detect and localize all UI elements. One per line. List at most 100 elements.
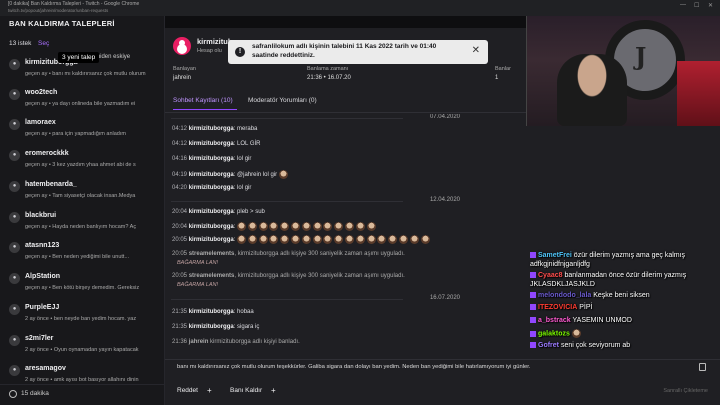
system-line: 20:05 streamelements, kirmizituborgga ad… — [172, 251, 405, 257]
timer-bar: 15 dakika — [0, 384, 165, 405]
chat-message: Gofret seni çok seviyorum ab — [530, 342, 718, 351]
ban-line: 21:36 jahrein kirmizituborgga adlı kişiy… — [172, 339, 300, 345]
banned-by-value: jahrein — [173, 75, 192, 81]
chat-message: a_bstrack YASEMIN UNMOD — [530, 317, 718, 326]
emote-icon — [278, 170, 288, 179]
copy-icon[interactable] — [699, 363, 706, 371]
avatar: ● — [9, 181, 20, 192]
deny-plus-icon[interactable]: + — [207, 386, 212, 395]
avatar: ● — [9, 304, 20, 315]
badge-icon — [530, 304, 536, 311]
chat-message: ITEZOVICIA PİPİ — [530, 304, 718, 313]
tab-mod-comments[interactable]: Moderatör Yorumları (0) — [248, 97, 317, 104]
webcam-overlay: J — [526, 16, 720, 126]
timer-label: 15 dakika — [21, 390, 49, 397]
log-date: 16.07.2020 — [429, 295, 460, 301]
new-requests-tooltip: 3 yeni talep — [58, 52, 100, 63]
tab-chat-logs[interactable]: Sohbet Kayıtları (10) — [173, 97, 233, 104]
request-preview: geçen ay • Ben kötü birşey demedim. Gere… — [25, 285, 140, 291]
request-username: AlpStation — [25, 273, 60, 280]
log-line: 04:12 kirmizituborgga: meraba — [172, 126, 258, 132]
emote-icon — [366, 222, 376, 231]
user-avatar — [173, 37, 191, 55]
request-item[interactable]: ● hatembenarda_ geçen ay • Tam siyasetçi… — [0, 178, 165, 208]
request-preview: geçen ay • ya dayı onlineda bile yazmadı… — [25, 101, 136, 107]
maximize-icon[interactable]: ☐ — [694, 2, 699, 9]
request-item[interactable]: ● atasnn123 geçen ay • Ben neden yediğim… — [0, 239, 165, 269]
avatar: ● — [9, 273, 20, 284]
log-line: 20:04 kirmizituborgga: pleb > sub — [172, 209, 265, 215]
request-item[interactable]: ● s2mi7ler 2 ay önce • Oyun oynamadan ya… — [0, 332, 165, 362]
emote-icon — [258, 222, 268, 231]
chat-message: Cyaac8 banlanmadan önce özür dilerim yaz… — [530, 272, 687, 288]
emote-icon — [247, 235, 257, 244]
emote-icon — [420, 235, 430, 244]
request-username: lamoraex — [25, 119, 56, 126]
request-item[interactable]: ● blackbrui geçen ay • Hayda neden banlı… — [0, 209, 165, 239]
ban-time-label: Banlama zamanı — [307, 66, 349, 72]
emote-icon — [269, 222, 279, 231]
emote-icon — [355, 235, 365, 244]
request-preview: geçen ay • Ben neden yediğimi bile unutt… — [25, 254, 130, 260]
log-line: 04:16 kirmizituborgga: lol gir — [172, 156, 252, 162]
action-bar: Reddet + Banı Kaldır + Sanrallı Çikletem… — [165, 383, 720, 403]
ban-time-value: 21:36 • 16.07.20 — [307, 75, 351, 81]
badge-icon — [530, 252, 536, 259]
emote-icon — [247, 222, 257, 231]
request-item[interactable]: ● woo2tech geçen ay • ya dayı onlineda b… — [0, 86, 165, 116]
badge-icon — [530, 317, 536, 324]
emote-icon — [291, 235, 301, 244]
log-line: 20:04 kirmizituborgga: — [172, 222, 377, 231]
active-tab-indicator — [173, 109, 237, 110]
info-icon: ! — [235, 47, 245, 57]
clock-icon — [9, 390, 17, 398]
deny-button[interactable]: Reddet — [177, 387, 198, 394]
select-button[interactable]: Seç — [38, 40, 49, 47]
log-line: 04:12 kirmizituborgga: LOL GİR — [172, 141, 261, 147]
timeout-note: BAĞARMA LAN! — [177, 260, 219, 266]
divider — [171, 118, 403, 119]
emote-icon — [334, 235, 344, 244]
toast-message: safranlilokum adlı kişinin talebini 11 K… — [252, 43, 437, 59]
request-item[interactable]: ● lamoraex geçen ay • para için yapmadığ… — [0, 116, 165, 146]
log-date: 07.04.2020 — [429, 114, 460, 120]
avatar: ● — [9, 59, 20, 70]
emote-icon — [280, 235, 290, 244]
avatar: ● — [9, 212, 20, 223]
request-username: blackbrui — [25, 212, 57, 219]
request-item[interactable]: ● eromerockkk geçen ay • 3 kez yazdım yh… — [0, 147, 165, 177]
log-line: 04:20 kirmizituborgga: lol gir — [172, 185, 252, 191]
denied-toast: ! safranlilokum adlı kişinin talebini 11… — [228, 40, 488, 64]
emote-icon — [345, 235, 355, 244]
request-preview: 2 ay önce • Oyun oynamadan yayın kapatac… — [25, 347, 139, 353]
request-username: atasnn123 — [25, 242, 60, 249]
emote-icon — [312, 222, 322, 231]
bans-value: 1 — [495, 75, 499, 81]
emote-icon — [280, 222, 290, 231]
request-item[interactable]: ● AlpStation geçen ay • Ben kötü birşey … — [0, 270, 165, 300]
minimize-icon[interactable]: — — [680, 2, 686, 8]
close-window-icon[interactable]: ✕ — [708, 2, 713, 9]
request-item[interactable]: ● PurpleEJJ 2 ay önce • ben neyde ban ye… — [0, 301, 165, 331]
emote-icon — [269, 235, 279, 244]
emote-icon — [571, 329, 581, 338]
panel-title: BAN KALDIRMA TALEPLERİ — [9, 19, 115, 28]
emote-icon — [334, 222, 344, 231]
avatar: ● — [9, 150, 20, 161]
log-line: 20:05 kirmizituborgga: — [172, 235, 431, 244]
browser-title-bar: [0 dakika] Ban Kaldırma Talepleri - Twit… — [0, 0, 720, 16]
badge-icon — [530, 330, 536, 337]
browser-url[interactable]: twitch.tv/popout/jahrein/moderator/unban… — [8, 8, 108, 13]
request-preview: 2 ay önce • ben neyde ban yedim hocam. y… — [25, 316, 137, 322]
unban-plus-icon[interactable]: + — [271, 386, 276, 395]
emote-icon — [323, 222, 333, 231]
emote-icon — [291, 222, 301, 231]
badge-icon — [530, 342, 536, 349]
request-preview: geçen ay • para için yapmadığım anladım — [25, 131, 126, 137]
emote-icon — [323, 235, 333, 244]
close-icon[interactable]: ✕ — [472, 45, 480, 56]
emote-icon — [312, 235, 322, 244]
unban-button[interactable]: Banı Kaldır — [230, 387, 262, 394]
request-username: hatembenarda_ — [25, 181, 77, 188]
emote-icon — [237, 222, 247, 231]
